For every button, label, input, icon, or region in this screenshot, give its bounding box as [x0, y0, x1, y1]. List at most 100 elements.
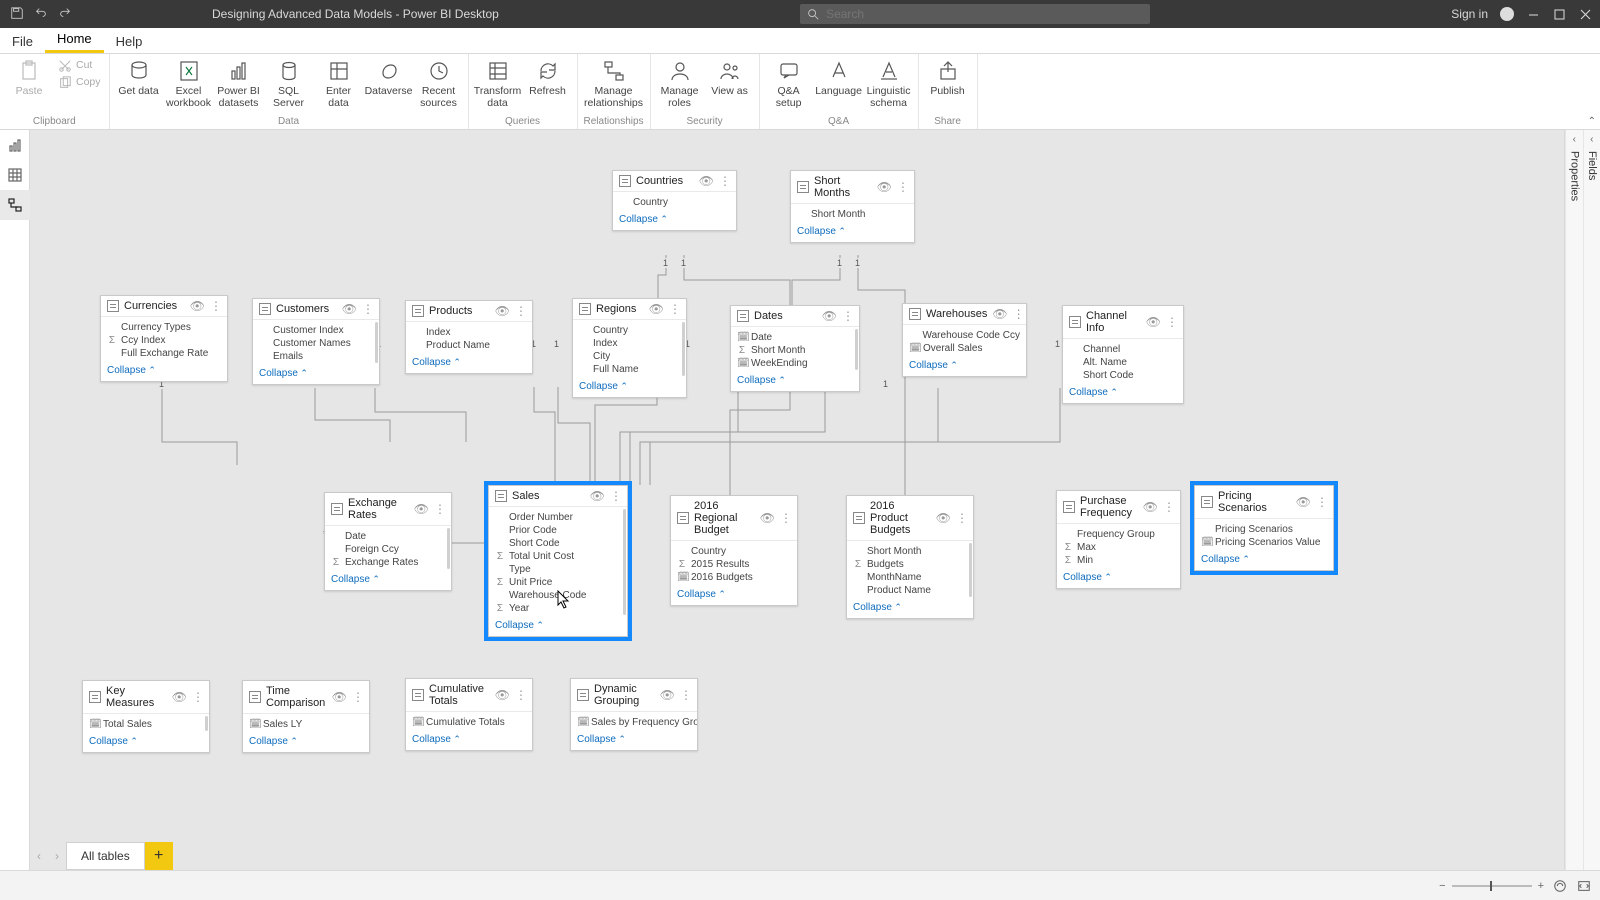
- field-row[interactable]: Channel: [1069, 343, 1177, 356]
- field-row[interactable]: 🗓Total Sales: [89, 718, 203, 731]
- table-sales[interactable]: Sales👁⋮Order NumberPrior CodeShort CodeΣ…: [488, 485, 628, 637]
- field-row[interactable]: 🗓Pricing Scenarios Value: [1201, 536, 1327, 549]
- field-row[interactable]: 🗓Cumulative Totals: [412, 716, 526, 729]
- field-row[interactable]: Date: [331, 530, 445, 543]
- linguistic-schema-button[interactable]: Linguistic schema: [866, 56, 912, 109]
- collapse-table-button[interactable]: Collapse: [259, 368, 308, 379]
- field-row[interactable]: 🗓Sales by Frequency Group: [577, 716, 691, 729]
- field-row[interactable]: Short Code: [1069, 369, 1177, 382]
- field-row[interactable]: 🗓Overall Sales: [909, 342, 1020, 355]
- view-as-button[interactable]: View as: [707, 56, 753, 98]
- field-row[interactable]: ΣTotal Unit Cost: [495, 550, 621, 563]
- zoom-out-icon[interactable]: −: [1439, 880, 1445, 892]
- table-cumulative-totals[interactable]: Cumulative Totals👁⋮🗓Cumulative TotalsCol…: [405, 678, 533, 751]
- more-options-icon[interactable]: ⋮: [842, 310, 853, 322]
- recent-sources-button[interactable]: Recent sources: [416, 56, 462, 109]
- more-options-icon[interactable]: ⋮: [515, 689, 526, 701]
- more-options-icon[interactable]: ⋮: [1163, 501, 1174, 513]
- field-row[interactable]: 🗓Date: [737, 331, 853, 344]
- visibility-icon[interactable]: 👁: [992, 308, 1007, 320]
- field-row[interactable]: Country: [579, 324, 680, 337]
- field-row[interactable]: 🗓WeekEnding: [737, 357, 853, 370]
- field-row[interactable]: Product Name: [853, 584, 967, 597]
- field-row[interactable]: ΣBudgets: [853, 558, 967, 571]
- collapse-table-button[interactable]: Collapse: [909, 360, 958, 371]
- signin-label[interactable]: Sign in: [1451, 7, 1488, 21]
- field-row[interactable]: Σ2015 Results: [677, 558, 791, 571]
- dataverse-button[interactable]: Dataverse: [366, 56, 412, 98]
- visibility-icon[interactable]: 👁: [495, 305, 510, 317]
- tab-home[interactable]: Home: [45, 27, 104, 53]
- more-options-icon[interactable]: ⋮: [610, 490, 621, 502]
- publish-button[interactable]: Publish: [925, 56, 971, 98]
- field-row[interactable]: Order Number: [495, 511, 621, 524]
- copy-button[interactable]: Copy: [56, 75, 103, 91]
- manage-roles-button[interactable]: Manage roles: [657, 56, 703, 109]
- paste-button[interactable]: Paste: [6, 56, 52, 98]
- collapse-table-button[interactable]: Collapse: [577, 734, 626, 745]
- more-options-icon[interactable]: ⋮: [897, 181, 908, 193]
- field-row[interactable]: Customer Index: [259, 324, 373, 337]
- collapse-table-button[interactable]: Collapse: [619, 214, 668, 225]
- more-options-icon[interactable]: ⋮: [680, 689, 691, 701]
- visibility-icon[interactable]: 👁: [822, 310, 837, 322]
- collapse-table-button[interactable]: Collapse: [412, 357, 461, 368]
- collapse-table-button[interactable]: Collapse: [331, 574, 380, 585]
- field-row[interactable]: Short Month: [853, 545, 967, 558]
- field-row[interactable]: Prior Code: [495, 524, 621, 537]
- more-options-icon[interactable]: ⋮: [719, 175, 730, 187]
- undo-icon[interactable]: [34, 6, 48, 23]
- visibility-icon[interactable]: 👁: [1143, 501, 1158, 513]
- fit-to-screen-button[interactable]: [1576, 878, 1592, 894]
- table-products[interactable]: Products👁⋮IndexProduct NameCollapse: [405, 300, 533, 374]
- table-key-measures[interactable]: Key Measures👁⋮🗓Total SalesCollapse: [82, 680, 210, 753]
- more-options-icon[interactable]: ⋮: [1316, 496, 1327, 508]
- tab-file[interactable]: File: [0, 30, 45, 53]
- more-options-icon[interactable]: ⋮: [669, 303, 680, 315]
- field-row[interactable]: Emails: [259, 350, 373, 363]
- more-options-icon[interactable]: ⋮: [352, 691, 363, 703]
- zoom-slider[interactable]: [1452, 885, 1532, 887]
- table-channel-info[interactable]: Channel Info👁⋮ChannelAlt. NameShort Code…: [1062, 305, 1184, 404]
- report-view-button[interactable]: [0, 130, 30, 160]
- collapse-ribbon-icon[interactable]: ⌃: [1588, 116, 1596, 127]
- tabs-next-button[interactable]: ›: [48, 849, 66, 863]
- field-row[interactable]: Product Name: [412, 339, 526, 352]
- table-pricing-scenarios[interactable]: Pricing Scenarios👁⋮Pricing Scenarios🗓Pri…: [1194, 485, 1334, 571]
- transform-data-button[interactable]: Transform data: [475, 56, 521, 109]
- tab-help[interactable]: Help: [104, 30, 155, 53]
- collapse-table-button[interactable]: Collapse: [412, 734, 461, 745]
- visibility-icon[interactable]: 👁: [660, 689, 675, 701]
- qa-setup-button[interactable]: Q&A setup: [766, 56, 812, 109]
- new-layout-button[interactable]: +: [145, 842, 173, 870]
- field-row[interactable]: 🗓Sales LY: [249, 718, 363, 731]
- enter-data-button[interactable]: Enter data: [316, 56, 362, 109]
- sql-server-button[interactable]: SQL Server: [266, 56, 312, 109]
- field-row[interactable]: Pricing Scenarios: [1201, 523, 1327, 536]
- visibility-icon[interactable]: 👁: [877, 181, 892, 193]
- zoom-control[interactable]: − +: [1439, 880, 1544, 892]
- more-options-icon[interactable]: ⋮: [515, 305, 526, 317]
- collapse-table-button[interactable]: Collapse: [495, 620, 544, 631]
- properties-pane-collapsed[interactable]: ‹ Properties: [1565, 130, 1583, 870]
- field-row[interactable]: Alt. Name: [1069, 356, 1177, 369]
- visibility-icon[interactable]: 👁: [1296, 496, 1311, 508]
- visibility-icon[interactable]: 👁: [190, 300, 205, 312]
- cut-button[interactable]: Cut: [56, 58, 103, 74]
- visibility-icon[interactable]: 👁: [760, 512, 775, 524]
- field-row[interactable]: ΣCcy Index: [107, 334, 221, 347]
- visibility-icon[interactable]: 👁: [332, 691, 347, 703]
- table-customers[interactable]: Customers👁⋮Customer IndexCustomer NamesE…: [252, 298, 380, 385]
- collapse-table-button[interactable]: Collapse: [89, 736, 138, 747]
- pbi-datasets-button[interactable]: Power BI datasets: [216, 56, 262, 109]
- field-row[interactable]: Warehouse Code Ccy: [909, 329, 1020, 342]
- table-2016-regional-budget[interactable]: 2016 Regional Budget👁⋮CountryΣ2015 Resul…: [670, 495, 798, 606]
- visibility-icon[interactable]: 👁: [342, 303, 357, 315]
- table-regions[interactable]: Regions👁⋮CountryIndexCityFull NameCollap…: [572, 298, 687, 398]
- global-search[interactable]: [800, 4, 1150, 24]
- field-row[interactable]: ΣExchange Rates: [331, 556, 445, 569]
- more-options-icon[interactable]: ⋮: [1013, 308, 1024, 320]
- visibility-icon[interactable]: 👁: [414, 503, 429, 515]
- table-purchase-frequency[interactable]: Purchase Frequency👁⋮Frequency GroupΣMaxΣ…: [1056, 490, 1181, 589]
- visibility-icon[interactable]: 👁: [936, 512, 951, 524]
